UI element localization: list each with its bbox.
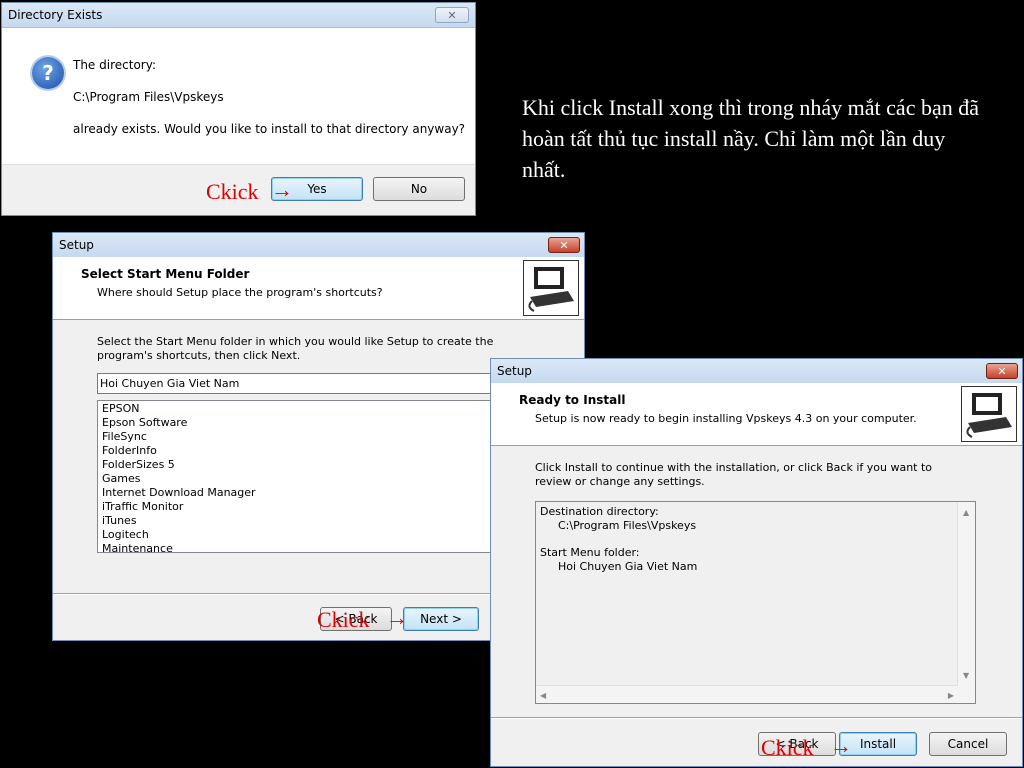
scroll-right-icon[interactable]: ▶ (948, 689, 954, 703)
instruction-text: Select the Start Menu folder in which yo… (97, 335, 494, 362)
start-menu-label: Start Menu folder: (540, 546, 640, 559)
message-line-1: The directory: (73, 58, 156, 72)
scroll-left-icon[interactable]: ◀ (540, 689, 546, 703)
summary-memo[interactable]: Destination directory: C:\Program Files\… (535, 501, 976, 704)
start-menu-value: Hoi Chuyen Gia Viet Nam (558, 560, 698, 573)
wizard-header: Ready to Install Setup is now ready to b… (491, 383, 1022, 446)
wizard-heading: Ready to Install (519, 393, 626, 407)
scroll-up-icon[interactable]: ▲ (963, 506, 969, 520)
caption-text: Khi click Install xong thì trong nháy mắ… (522, 95, 979, 182)
no-button[interactable]: No (373, 177, 465, 201)
list-item[interactable]: iTunes (98, 514, 496, 528)
list-item[interactable]: Maintenance (98, 542, 496, 552)
annotation-label-2: Ckick (317, 607, 370, 632)
setup-titlebar: Setup ✕ (491, 359, 1022, 384)
arrow-icon: → (386, 605, 408, 630)
list-item[interactable]: iTraffic Monitor (98, 500, 496, 514)
scroll-down-icon[interactable]: ▼ (963, 669, 969, 683)
question-icon: ? (32, 57, 64, 89)
cancel-button[interactable]: Cancel (929, 732, 1007, 756)
setup-title: Setup (497, 364, 532, 378)
destination-label: Destination directory: (540, 505, 659, 518)
dialog-title: Directory Exists (8, 8, 103, 22)
message-line-2: C:\Program Files\Vpskeys (73, 90, 224, 104)
close-icon[interactable]: ✕ (548, 237, 580, 253)
vertical-scrollbar[interactable]: ▲ ▼ (957, 502, 975, 703)
destination-value: C:\Program Files\Vpskeys (558, 519, 697, 532)
setup-title: Setup (59, 238, 94, 252)
next-button[interactable]: Next > (403, 607, 479, 631)
computer-icon (523, 260, 579, 316)
folder-name-input[interactable] (97, 373, 497, 394)
computer-icon (961, 386, 1017, 442)
list-item[interactable]: FolderSizes 5 (98, 458, 496, 472)
instruction-text: Click Install to continue with the insta… (535, 461, 933, 488)
annotation-label-1: Ckick (206, 179, 259, 204)
list-item[interactable]: Logitech (98, 528, 496, 542)
list-item[interactable]: FolderInfo (98, 444, 496, 458)
message-line-3: already exists. Would you like to instal… (73, 122, 466, 136)
horizontal-scrollbar[interactable]: ◀ ▶ (536, 685, 958, 703)
memo-spacer (536, 533, 975, 546)
list-item[interactable]: Epson Software (98, 416, 496, 430)
setup-ready-window: Setup ✕ Ready to Install Setup is now re… (490, 358, 1023, 767)
footer-separator (491, 717, 1022, 719)
wizard-subheading: Setup is now ready to begin installing V… (535, 412, 917, 425)
arrow-icon: → (830, 733, 852, 758)
folder-list[interactable]: EPSON Epson Software FileSync FolderInfo Fol… (97, 400, 497, 553)
list-item[interactable]: Games (98, 472, 496, 486)
list-item[interactable]: Internet Download Manager (98, 486, 496, 500)
close-icon[interactable]: ✕ (435, 7, 469, 23)
wizard-header: Select Start Menu Folder Where should Se… (53, 257, 584, 320)
list-item[interactable]: FileSync (98, 430, 496, 444)
wizard-heading: Select Start Menu Folder (81, 267, 250, 281)
list-item[interactable]: EPSON (98, 402, 496, 416)
dialog-titlebar: Directory Exists ✕ (2, 3, 475, 28)
setup-titlebar: Setup ✕ (53, 233, 584, 258)
close-icon[interactable]: ✕ (986, 363, 1018, 379)
wizard-subheading: Where should Setup place the program's s… (97, 286, 383, 299)
arrow-icon: → (271, 177, 293, 202)
annotation-label-3: Ckick (761, 735, 814, 760)
